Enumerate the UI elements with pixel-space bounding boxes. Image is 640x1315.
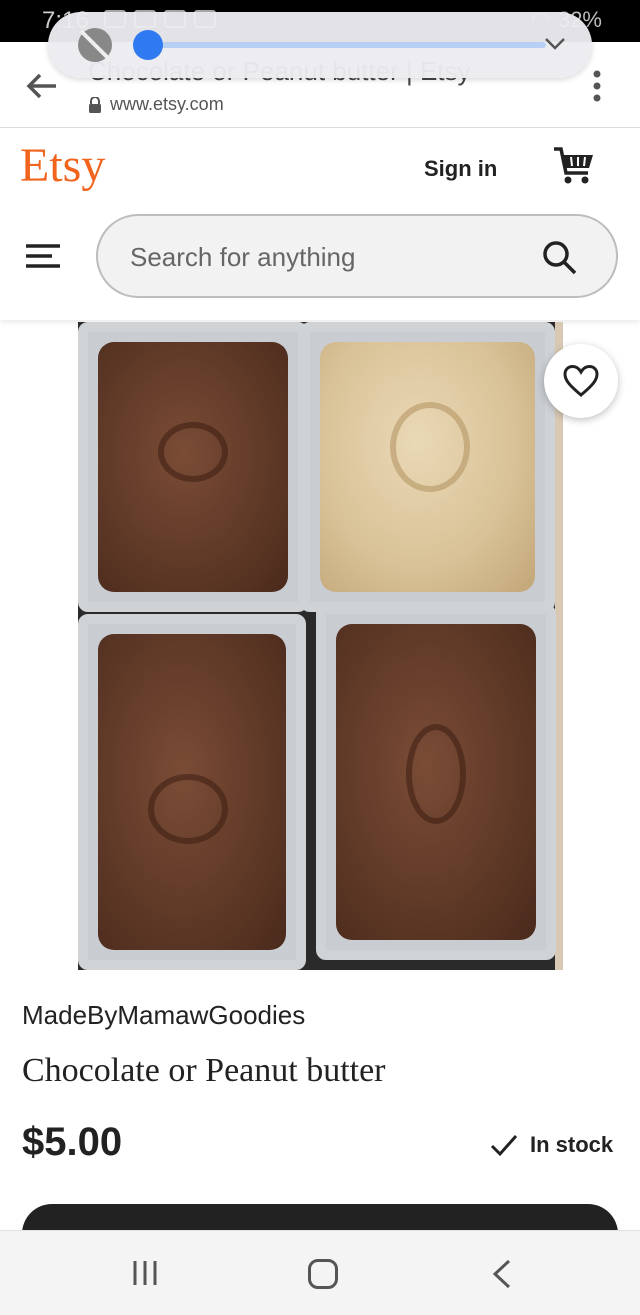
- search-icon[interactable]: [542, 240, 578, 276]
- brightness-panel: [48, 12, 592, 78]
- etsy-logo[interactable]: Etsy: [20, 138, 105, 193]
- sign-in-link[interactable]: Sign in: [424, 156, 497, 182]
- nav-back-icon[interactable]: [492, 1259, 512, 1289]
- fudge-pan-peanut-butter: [300, 322, 555, 612]
- back-arrow-icon[interactable]: [26, 72, 58, 100]
- fudge-swirl: [148, 774, 228, 844]
- search-placeholder: Search for anything: [130, 242, 356, 272]
- fudge-pan-chocolate: [316, 604, 556, 960]
- heart-icon: [563, 365, 599, 397]
- brightness-slider[interactable]: [133, 30, 546, 60]
- stock-status: In stock: [490, 1132, 613, 1158]
- fudge-swirl: [406, 724, 466, 824]
- fudge-pan-chocolate: [78, 614, 306, 970]
- recents-icon[interactable]: [132, 1260, 158, 1286]
- url-text: www.etsy.com: [110, 94, 224, 114]
- product-image[interactable]: [78, 322, 563, 970]
- search-input[interactable]: Search for anything: [96, 214, 618, 298]
- stock-status-label: In stock: [530, 1132, 614, 1157]
- more-vert-icon[interactable]: [592, 70, 602, 102]
- lock-icon: [89, 96, 101, 113]
- countertop: [555, 322, 563, 970]
- url-bar[interactable]: www.etsy.com: [88, 94, 224, 115]
- check-icon: [490, 1135, 518, 1157]
- product-title: Chocolate or Peanut butter: [22, 1052, 386, 1089]
- home-icon[interactable]: [308, 1259, 338, 1289]
- site-header: Etsy Sign in Search for anything: [0, 128, 640, 320]
- cart-icon[interactable]: [553, 146, 595, 186]
- fudge-pan-chocolate: [78, 322, 308, 612]
- chevron-down-icon[interactable]: [544, 32, 566, 54]
- system-nav-bar: [0, 1230, 640, 1315]
- shop-name-link[interactable]: MadeByMamawGoodies: [22, 1000, 305, 1031]
- fudge-swirl: [158, 422, 228, 482]
- fudge-swirl: [390, 402, 470, 492]
- product-price: $5.00: [22, 1120, 123, 1164]
- menu-icon[interactable]: [26, 243, 60, 269]
- favorite-button[interactable]: [544, 344, 618, 418]
- brightness-slider-thumb[interactable]: [133, 30, 163, 60]
- mute-icon[interactable]: [78, 28, 112, 62]
